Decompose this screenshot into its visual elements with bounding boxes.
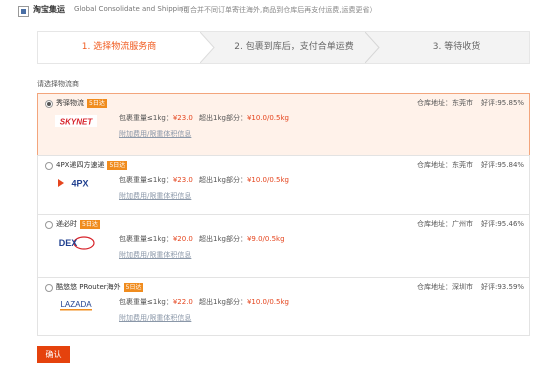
rating: 好评:95.84% xyxy=(481,161,525,169)
lazada-logo-icon: LAZADA xyxy=(60,300,92,311)
lazada-logo-text: LAZADA xyxy=(60,300,92,309)
package-price: 包裹重量≤1kg：¥20.0 xyxy=(119,235,193,243)
dex-logo-icon: DEX xyxy=(59,236,95,250)
overweight-price: 超出1kg部分：¥10.0/0.5kg xyxy=(199,114,289,122)
4px-logo-icon: 4PX xyxy=(58,179,89,189)
service-option-lazada[interactable]: 酷悠悠 PRouter海外 5日达 LAZADA 包裹重量≤1kg：¥22.0 超… xyxy=(37,277,530,336)
service-option-dex[interactable]: 递必时 5日达 DEX 包裹重量≤1kg：¥20.0 超出1kg部分：¥9.0/0… xyxy=(37,214,530,279)
overweight-price: 超出1kg部分：¥10.0/0.5kg xyxy=(199,176,289,184)
section-label: 请选择物流商 xyxy=(37,80,79,88)
delivery-badge: 5日达 xyxy=(87,99,107,108)
package-price: 包裹重量≤1kg：¥22.0 xyxy=(119,298,193,306)
header-bar: 淘宝集运 Global Consolidate and Shipping （可合… xyxy=(0,0,550,26)
rating: 好评:95.85% xyxy=(481,99,525,107)
rating: 好评:95.46% xyxy=(481,220,525,228)
warehouse-address: 仓库地址：东莞市 xyxy=(417,161,473,169)
package-price: 包裹重量≤1kg：¥23.0 xyxy=(119,114,193,122)
step-3: 3. 等待收货 xyxy=(432,42,481,52)
service-option-4px[interactable]: 4PX递四方速递 5日达 4PX 包裹重量≤1kg：¥23.0 超出1kg部分：¥… xyxy=(37,155,530,216)
skynet-logo-text: SKYNET xyxy=(60,118,94,127)
radio-unselected[interactable] xyxy=(45,162,53,170)
warehouse-address: 仓库地址：深圳市 xyxy=(417,283,473,291)
header-note: （可合并不同订单寄往海外,商品到仓库后再支付运费,运费更省） xyxy=(176,6,377,14)
step-progress: 1. 选择物流服务商 2. 包裹到库后，支付合单运费 3. 等待收货 xyxy=(37,31,530,64)
confirm-button[interactable]: 确认 xyxy=(37,346,70,363)
skynet-logo-icon: SKYNET xyxy=(55,115,97,127)
radio-unselected[interactable] xyxy=(45,284,53,292)
service-name: 递必时 5日达 xyxy=(56,220,100,229)
delivery-badge: 5日达 xyxy=(123,283,144,292)
service-name: 4PX递四方速递 5日达 xyxy=(56,161,128,170)
radio-unselected[interactable] xyxy=(45,221,53,229)
step-2: 2. 包裹到库后，支付合单运费 xyxy=(234,42,354,52)
fee-info-link[interactable]: 附加费用/限重体积信息 xyxy=(119,129,191,139)
4px-logo-text: 4PX xyxy=(71,179,88,189)
service-name: 酷悠悠 PRouter海外 5日达 xyxy=(56,283,144,292)
fee-info-link[interactable]: 附加费用/限重体积信息 xyxy=(119,313,191,323)
package-price: 包裹重量≤1kg：¥23.0 xyxy=(119,176,193,184)
service-option-skynet[interactable]: 秀驿物流 5日达 SKYNET 包裹重量≤1kg：¥23.0 超出1kg部分：¥1… xyxy=(37,93,530,157)
delivery-badge: 5日达 xyxy=(80,220,100,229)
warehouse-address: 仓库地址：广州市 xyxy=(417,220,473,228)
header-subtitle: Global Consolidate and Shipping xyxy=(74,5,188,13)
fee-info-link[interactable]: 附加费用/限重体积信息 xyxy=(119,250,191,260)
overweight-price: 超出1kg部分：¥10.0/0.5kg xyxy=(199,298,289,306)
service-name: 秀驿物流 5日达 xyxy=(56,99,107,108)
header-title: 淘宝集运 xyxy=(33,5,65,14)
warehouse-address: 仓库地址：东莞市 xyxy=(417,99,473,107)
radio-selected[interactable] xyxy=(45,100,53,108)
overweight-price: 超出1kg部分：¥9.0/0.5kg xyxy=(199,235,285,243)
step-1: 1. 选择物流服务商 xyxy=(38,32,200,63)
rating: 好评:93.59% xyxy=(481,283,525,291)
delivery-badge: 5日达 xyxy=(107,161,128,170)
taobao-logo-icon xyxy=(18,6,29,17)
fee-info-link[interactable]: 附加费用/限重体积信息 xyxy=(119,191,191,201)
dex-logo-text: DEX xyxy=(59,238,78,248)
